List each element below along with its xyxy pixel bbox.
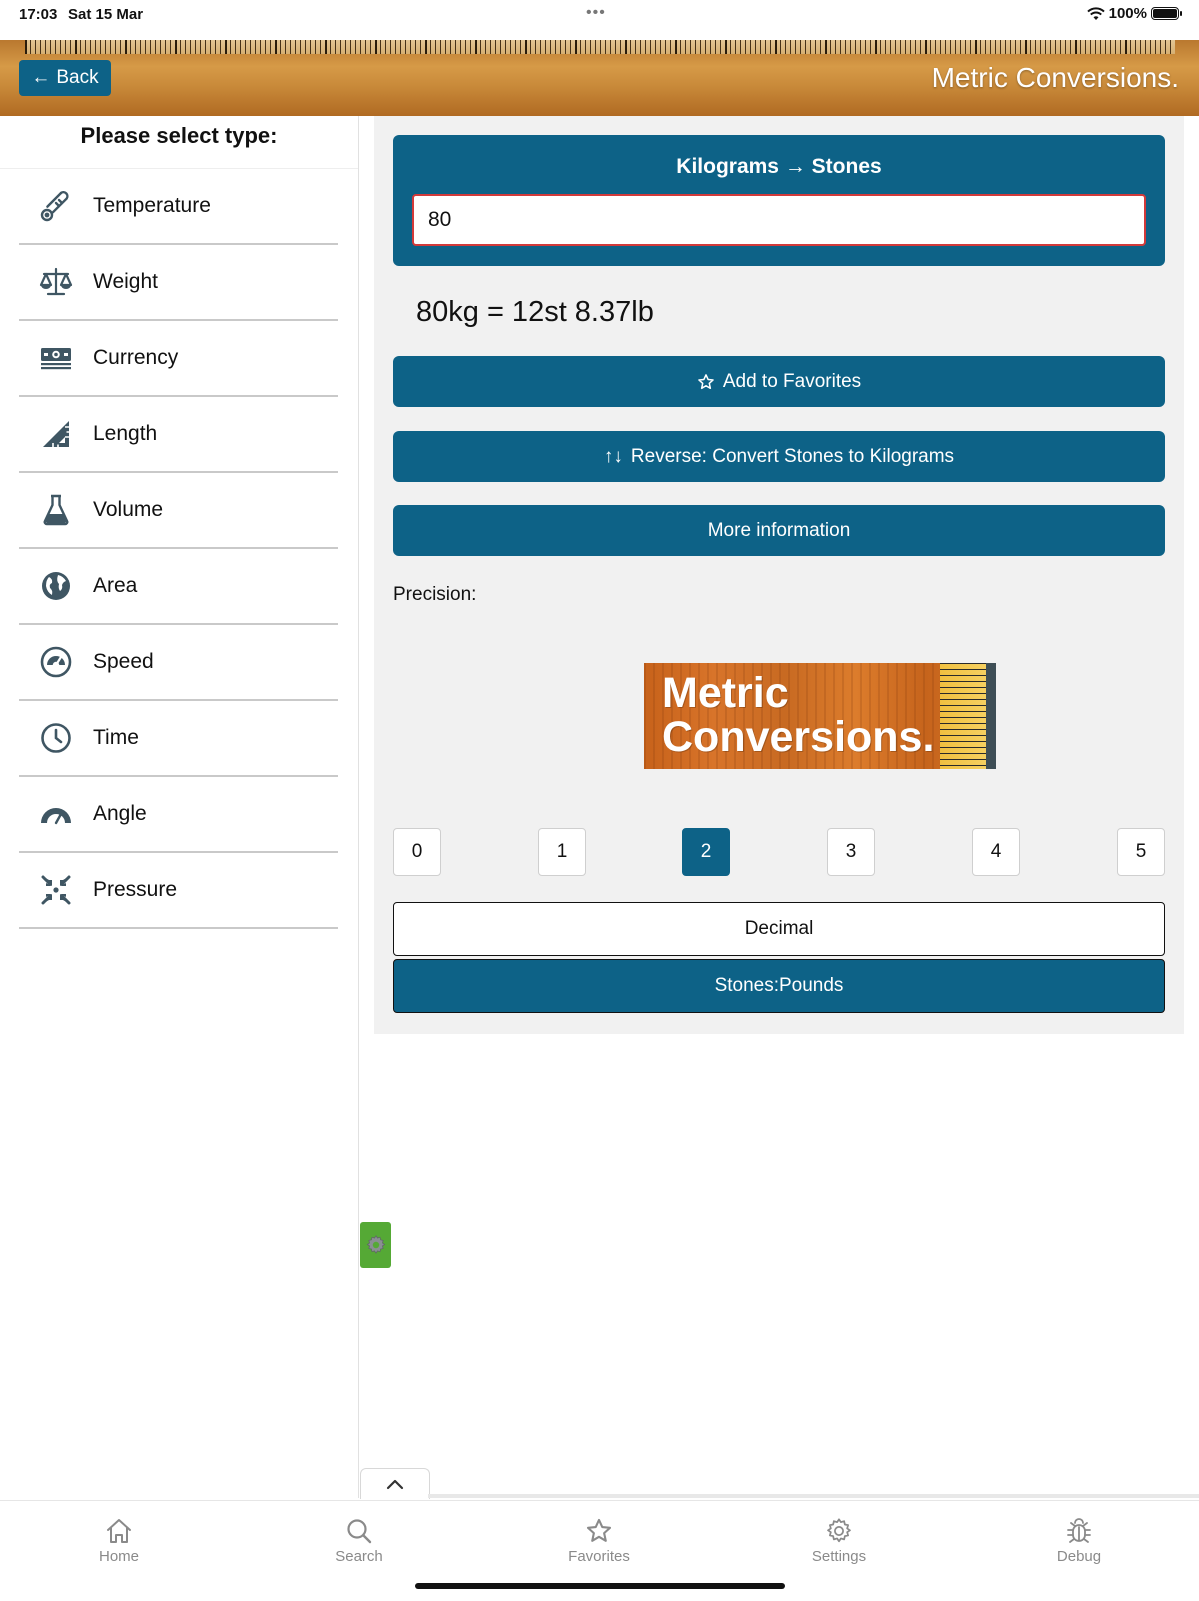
- precision-option-3[interactable]: 3: [827, 828, 875, 876]
- sidebar-item-length[interactable]: Length: [19, 397, 338, 473]
- sidebar-item-label: Temperature: [93, 194, 211, 217]
- reverse-conversion-label: Reverse: Convert Stones to Kilograms: [630, 445, 955, 467]
- battery-icon: [1151, 7, 1182, 20]
- arrow-left-icon: ←: [31, 67, 51, 88]
- star-icon: [586, 1518, 612, 1542]
- logo-text: Metric Conversions.: [662, 669, 935, 761]
- sidebar-item-label: Currency: [93, 346, 179, 369]
- speedometer-icon: [39, 645, 73, 679]
- tab-label: Debug: [1056, 1548, 1102, 1565]
- sidebar-item-label: Area: [93, 574, 138, 597]
- precision-option-0[interactable]: 0: [393, 828, 441, 876]
- add-to-favorites-button[interactable]: Add to Favorites: [393, 356, 1165, 407]
- value-input[interactable]: 80: [412, 194, 1146, 246]
- tab-settings[interactable]: Settings: [779, 1517, 899, 1565]
- flask-icon: [39, 493, 73, 527]
- sidebar-item-label: Length: [93, 422, 158, 445]
- bug-icon: [1067, 1518, 1091, 1543]
- conversion-title: Kilograms → Stones: [676, 155, 882, 178]
- precision-option-5[interactable]: 5: [1117, 828, 1165, 876]
- status-time: 17:03: [19, 6, 58, 23]
- sidebar-item-pressure[interactable]: Pressure: [19, 853, 338, 929]
- converter-panel: Kilograms → Stones 80 80kg = 12st 8.37lb…: [374, 116, 1184, 1034]
- sidebar-item-volume[interactable]: Volume: [19, 473, 338, 549]
- page-title: Metric Conversions.: [931, 62, 1179, 93]
- back-button[interactable]: ← Back: [19, 60, 111, 96]
- protractor-icon: [39, 797, 73, 831]
- multitasking-dots[interactable]: •••: [586, 4, 606, 22]
- reverse-conversion-button[interactable]: ↑↓ Reverse: Convert Stones to Kilograms: [393, 431, 1165, 482]
- conversion-card: Kilograms → Stones 80: [393, 135, 1165, 266]
- ruler-triangle-icon: [39, 417, 73, 451]
- gear-icon: [827, 1518, 851, 1543]
- chevron-up-icon: [386, 1479, 404, 1490]
- sidebar-item-weight[interactable]: Weight: [19, 245, 338, 321]
- drawer-divider: [428, 1494, 1199, 1498]
- tab-favorites[interactable]: Favorites: [539, 1517, 659, 1565]
- precision-option-1[interactable]: 1: [538, 828, 586, 876]
- sidebar: Please select type: Temperature Weight C…: [0, 116, 359, 1498]
- sidebar-title: Please select type:: [0, 116, 358, 169]
- precision-option-2[interactable]: 2: [682, 828, 730, 876]
- globe-icon: [39, 569, 73, 603]
- more-information-button[interactable]: More information: [393, 505, 1165, 556]
- search-icon: [347, 1519, 372, 1544]
- more-information-label: More information: [707, 519, 851, 541]
- sidebar-item-temperature[interactable]: Temperature: [19, 169, 338, 245]
- sidebar-item-currency[interactable]: Currency: [19, 321, 338, 397]
- home-indicator: [415, 1583, 785, 1589]
- decimal-mode-button[interactable]: Decimal: [393, 902, 1165, 956]
- tab-search[interactable]: Search: [299, 1517, 419, 1565]
- back-button-label: Back: [56, 67, 99, 88]
- swap-arrows-icon: ↑↓: [603, 445, 623, 467]
- home-icon: [107, 1519, 131, 1543]
- tab-home[interactable]: Home: [59, 1517, 179, 1565]
- sidebar-item-angle[interactable]: Angle: [19, 777, 338, 853]
- sidebar-item-label: Volume: [93, 498, 164, 521]
- sidebar-item-speed[interactable]: Speed: [19, 625, 338, 701]
- banknote-icon: [39, 341, 73, 375]
- sidebar-item-label: Time: [93, 726, 139, 749]
- tab-label: Settings: [811, 1548, 867, 1565]
- tab-label: Favorites: [568, 1548, 630, 1565]
- sidebar-item-label: Weight: [93, 270, 158, 293]
- wifi-icon: [1086, 6, 1105, 20]
- sidebar-item-label: Speed: [93, 650, 154, 673]
- logo-ruler-icon: [940, 663, 986, 769]
- status-date: Sat 15 Mar: [68, 6, 144, 23]
- conversion-result: 80kg = 12st 8.37lb: [416, 296, 654, 328]
- metric-conversions-logo: Metric Conversions.: [644, 663, 996, 769]
- collapse-drawer-tab[interactable]: [360, 1468, 430, 1499]
- sidebar-list: Temperature Weight Currency Length Volum: [19, 169, 338, 929]
- status-right: 100%: [1086, 5, 1182, 22]
- clock-icon: [39, 721, 73, 755]
- battery-percent: 100%: [1108, 5, 1147, 22]
- status-bar: 17:03 Sat 15 Mar ••• 100%: [0, 0, 1199, 40]
- sidebar-item-label: Pressure: [93, 878, 178, 901]
- tab-label: Home: [98, 1548, 139, 1565]
- sidebar-item-time[interactable]: Time: [19, 701, 338, 777]
- scales-icon: [39, 265, 73, 299]
- precision-option-4[interactable]: 4: [972, 828, 1020, 876]
- stones-pounds-mode-button[interactable]: Stones:Pounds: [393, 959, 1165, 1013]
- sidebar-item-area[interactable]: Area: [19, 549, 338, 625]
- floating-settings-button[interactable]: [360, 1222, 391, 1268]
- thermometer-icon: [39, 189, 73, 223]
- gear-icon: [366, 1235, 385, 1254]
- compress-arrows-icon: [39, 873, 73, 907]
- star-outline-icon: [698, 373, 714, 389]
- precision-label: Precision:: [393, 584, 477, 605]
- sidebar-item-label: Angle: [93, 802, 147, 825]
- tab-label: Search: [335, 1548, 383, 1565]
- add-to-favorites-label: Add to Favorites: [722, 370, 862, 392]
- tab-debug[interactable]: Debug: [1019, 1517, 1139, 1565]
- header-ruler-marks: [25, 40, 1175, 54]
- app-header: ← Back Metric Conversions.: [0, 40, 1199, 116]
